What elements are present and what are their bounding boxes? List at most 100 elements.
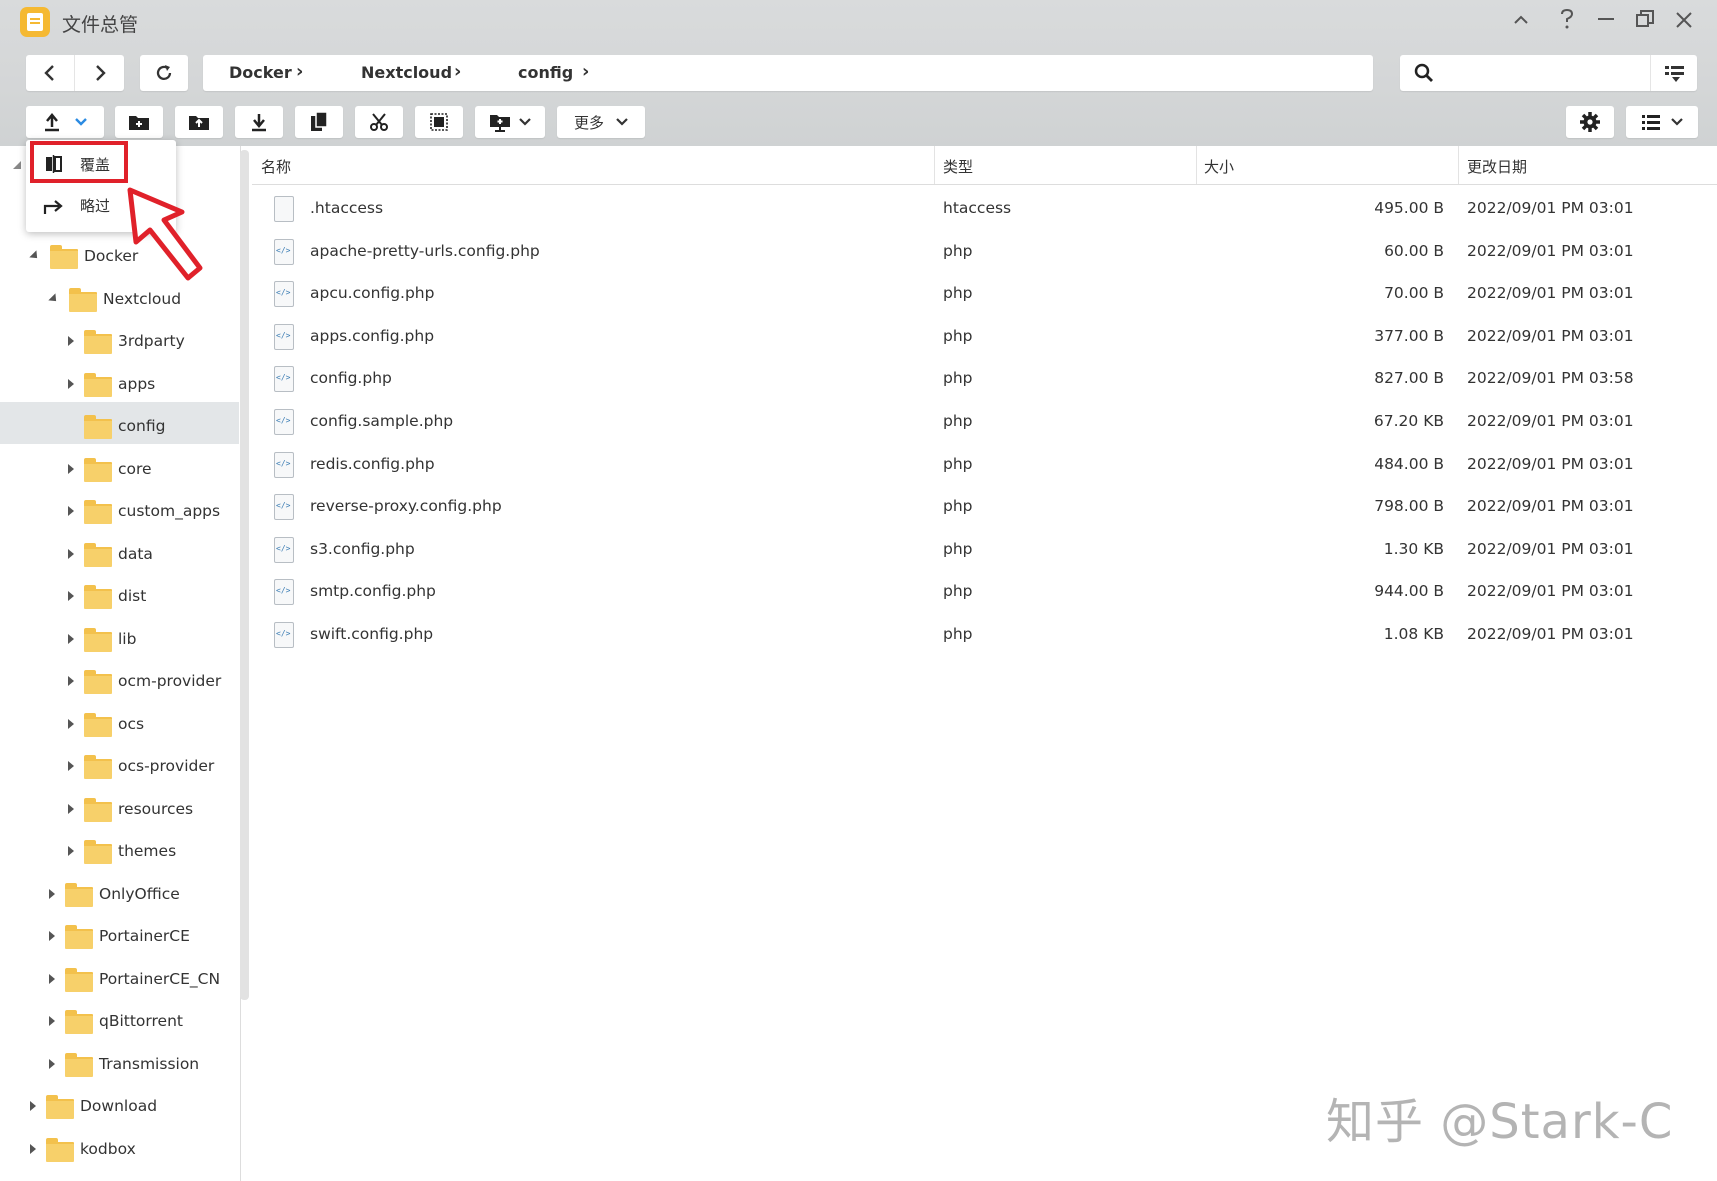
tree-item[interactable]: PortainerCE: [49, 916, 190, 956]
tree-item[interactable]: custom_apps: [68, 491, 220, 531]
breadcrumb-config[interactable]: config: [518, 63, 573, 82]
tree-expand-arrow-icon[interactable]: [68, 591, 74, 601]
forward-button[interactable]: [75, 55, 124, 91]
column-type[interactable]: 类型: [943, 156, 973, 177]
tree-item[interactable]: dist: [68, 576, 146, 616]
tree-item[interactable]: PortainerCE_CN: [49, 959, 220, 999]
remote-connection-button[interactable]: [475, 106, 545, 138]
tree-item-label: OnlyOffice: [99, 884, 180, 903]
tree-item[interactable]: Docker: [29, 236, 138, 276]
cell-type: php: [943, 284, 973, 303]
tree-expand-arrow-icon[interactable]: [68, 761, 74, 771]
table-row[interactable]: config.php php 827.00 B 2022/09/01 PM 03:58: [252, 358, 1717, 400]
tree-item[interactable]: Transmission: [49, 1044, 199, 1084]
tree-item[interactable]: config: [68, 406, 165, 446]
table-row[interactable]: .htaccess htaccess 495.00 B 2022/09/01 PM 0…: [252, 188, 1717, 230]
tree-item[interactable]: resources: [68, 789, 193, 829]
tree-item[interactable]: core: [68, 449, 152, 489]
cell-date: 2022/09/01 PM 03:01: [1467, 582, 1634, 601]
copy-button[interactable]: [295, 106, 343, 138]
collapse-icon[interactable]: [1506, 8, 1536, 38]
tree-expand-arrow-icon[interactable]: [30, 1143, 36, 1154]
breadcrumb-docker[interactable]: Docker: [229, 63, 292, 82]
settings-button[interactable]: [1566, 106, 1614, 138]
select-all-button[interactable]: [415, 106, 463, 138]
close-icon[interactable]: [1669, 8, 1699, 38]
tree-item[interactable]: themes: [68, 831, 176, 871]
history-nav: [26, 55, 124, 91]
column-divider[interactable]: [934, 146, 935, 184]
tree-expand-arrow-icon[interactable]: [68, 718, 74, 729]
tree-expand-arrow-icon[interactable]: [49, 888, 55, 899]
cut-button[interactable]: [355, 106, 403, 138]
tree-item[interactable]: ocs-provider: [68, 746, 214, 786]
table-row[interactable]: smtp.config.php php 944.00 B 2022/09/01 PM …: [252, 571, 1717, 613]
table-row[interactable]: swift.config.php php 1.08 KB 2022/09/01 PM …: [252, 614, 1717, 656]
column-modified[interactable]: 更改日期: [1467, 156, 1527, 177]
highlight-box: [30, 141, 128, 183]
tree-expand-arrow-icon[interactable]: [49, 1016, 55, 1026]
upload-folder-button[interactable]: [175, 106, 223, 138]
tree-item[interactable]: 3rdparty: [68, 321, 185, 361]
column-divider[interactable]: [1196, 146, 1197, 184]
tree-expand-arrow-icon[interactable]: [68, 336, 74, 346]
restore-icon[interactable]: [1630, 8, 1660, 38]
tree-item[interactable]: ocm-provider: [68, 661, 221, 701]
cell-date: 2022/09/01 PM 03:01: [1467, 497, 1634, 516]
tree-expand-arrow-icon[interactable]: [68, 506, 74, 516]
code-file-icon: [274, 494, 294, 521]
new-folder-icon: [129, 116, 149, 130]
tree-item[interactable]: Download: [30, 1086, 157, 1126]
cell-size: 798.00 B: [1374, 497, 1444, 516]
tree-expand-arrow-icon[interactable]: [68, 676, 74, 686]
column-name[interactable]: 名称: [261, 156, 291, 177]
table-row[interactable]: apps.config.php php 377.00 B 2022/09/01 PM …: [252, 316, 1717, 358]
tree-item[interactable]: qBittorrent: [49, 1001, 183, 1041]
view-mode-button[interactable]: [1626, 106, 1698, 138]
tree-expand-arrow-icon[interactable]: [68, 846, 74, 856]
tree-expand-arrow-icon[interactable]: [68, 463, 74, 474]
tree-expand-arrow-icon[interactable]: [12, 160, 22, 170]
column-divider[interactable]: [1458, 146, 1459, 184]
table-row[interactable]: apache-pretty-urls.config.php php 60.00 B 2…: [252, 231, 1717, 273]
search-input[interactable]: [1444, 59, 1644, 87]
tree-item[interactable]: ocs: [68, 704, 144, 744]
help-icon[interactable]: [1552, 8, 1582, 38]
column-size[interactable]: 大小: [1204, 156, 1234, 177]
folder-icon: [84, 840, 112, 864]
tree-item[interactable]: OnlyOffice: [49, 874, 180, 914]
table-row[interactable]: config.sample.php php 67.20 KB 2022/09/01 P…: [252, 401, 1717, 443]
tree-expand-arrow-icon[interactable]: [68, 803, 74, 814]
breadcrumb-nextcloud[interactable]: Nextcloud: [361, 63, 452, 82]
code-file-icon: [274, 451, 294, 478]
minimize-icon[interactable]: [1591, 8, 1621, 38]
tree-collapse-arrow-icon[interactable]: [48, 292, 60, 305]
table-row[interactable]: apcu.config.php php 70.00 B 2022/09/01 PM 0…: [252, 273, 1717, 315]
tree-expand-arrow-icon[interactable]: [49, 1058, 55, 1069]
tree-expand-arrow-icon[interactable]: [30, 1101, 36, 1111]
table-row[interactable]: reverse-proxy.config.php php 798.00 B 2022/…: [252, 486, 1717, 528]
folder-upload-icon: [189, 116, 209, 130]
tree-expand-arrow-icon[interactable]: [68, 378, 74, 389]
tree-expand-arrow-icon[interactable]: [49, 931, 55, 941]
tree-item[interactable]: lib: [68, 619, 136, 659]
table-row[interactable]: redis.config.php php 484.00 B 2022/09/01 PM…: [252, 444, 1717, 486]
tree-collapse-arrow-icon[interactable]: [29, 250, 41, 262]
tree-expand-arrow-icon[interactable]: [68, 633, 74, 644]
tree-item[interactable]: kodbox: [30, 1129, 136, 1169]
tree-item[interactable]: data: [68, 534, 153, 574]
folder-icon: [84, 755, 112, 779]
back-button[interactable]: [26, 55, 75, 91]
cell-size: 1.30 KB: [1383, 539, 1444, 558]
refresh-button[interactable]: [140, 55, 188, 91]
more-button[interactable]: 更多: [557, 106, 645, 138]
table-row[interactable]: s3.config.php php 1.30 KB 2022/09/01 PM 03:…: [252, 529, 1717, 571]
sidebar-scrollbar[interactable]: [240, 150, 249, 1000]
create-folder-button[interactable]: [115, 106, 163, 138]
tree-expand-arrow-icon[interactable]: [68, 548, 74, 559]
download-button[interactable]: [235, 106, 283, 138]
upload-button[interactable]: [26, 106, 104, 138]
tree-item[interactable]: apps: [68, 364, 155, 404]
advanced-search-button[interactable]: [1650, 55, 1698, 91]
tree-expand-arrow-icon[interactable]: [49, 973, 55, 984]
